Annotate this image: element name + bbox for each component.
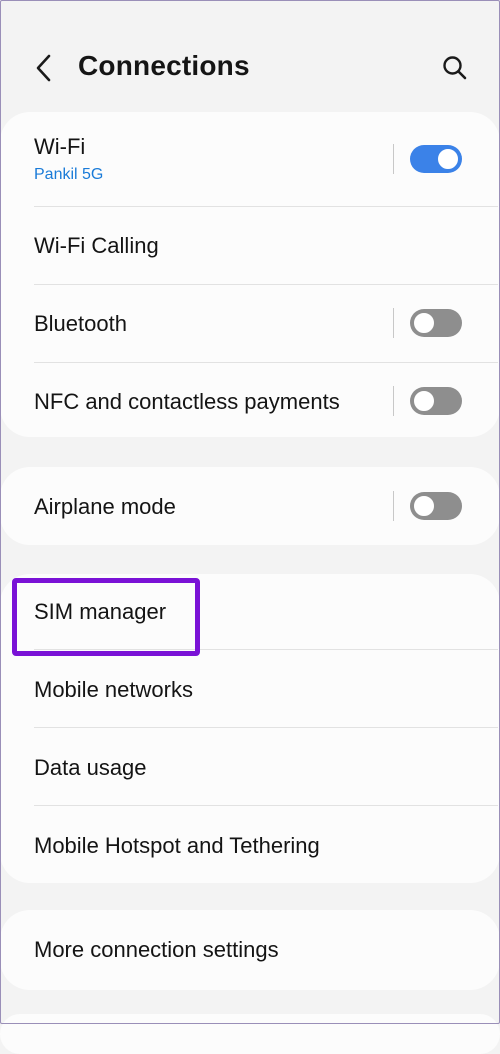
toggle-knob xyxy=(411,493,437,519)
airplane-mode-row[interactable]: Airplane mode xyxy=(0,467,500,545)
wifi-row[interactable]: Wi-Fi Pankil 5G xyxy=(0,112,500,206)
mobile-networks-label: Mobile networks xyxy=(34,677,193,702)
mobile-networks-row[interactable]: Mobile networks xyxy=(0,650,500,727)
wifi-network-name: Pankil 5G xyxy=(34,166,104,183)
sim-manager-label: SIM manager xyxy=(34,599,167,624)
data-usage-row[interactable]: Data usage xyxy=(0,728,500,805)
data-usage-label: Data usage xyxy=(34,755,147,780)
nfc-separator xyxy=(393,386,394,416)
nfc-row[interactable]: NFC and contactless payments xyxy=(0,363,500,437)
app-header: Connections xyxy=(0,0,500,112)
airplane-mode-toggle[interactable] xyxy=(410,492,462,520)
nfc-toggle[interactable] xyxy=(410,387,462,415)
hotspot-row[interactable]: Mobile Hotspot and Tethering xyxy=(0,806,500,883)
more-settings-card: More connection settings xyxy=(0,910,500,990)
airplane-mode-label: Airplane mode xyxy=(34,494,176,519)
page-title: Connections xyxy=(78,50,250,81)
toggle-knob xyxy=(411,310,437,336)
toggle-knob xyxy=(435,146,461,172)
bluetooth-label: Bluetooth xyxy=(34,311,127,336)
bluetooth-row[interactable]: Bluetooth xyxy=(0,285,500,362)
back-button[interactable] xyxy=(28,50,60,86)
toggle-knob xyxy=(411,388,437,414)
airplane-separator xyxy=(393,491,394,521)
more-connection-settings-row[interactable]: More connection settings xyxy=(0,910,500,990)
wifi-calling-row[interactable]: Wi-Fi Calling xyxy=(0,207,500,284)
sim-manager-row[interactable]: SIM manager xyxy=(0,574,500,649)
next-card-partial xyxy=(0,1014,500,1054)
bluetooth-separator xyxy=(393,308,394,338)
wifi-toggle[interactable] xyxy=(410,145,462,173)
wifi-calling-label: Wi-Fi Calling xyxy=(34,233,159,258)
bluetooth-toggle[interactable] xyxy=(410,309,462,337)
wifi-separator xyxy=(393,144,394,174)
wifi-label: Wi-Fi xyxy=(34,134,86,159)
search-button[interactable] xyxy=(436,50,474,86)
chevron-left-icon xyxy=(36,54,51,82)
airplane-card: Airplane mode xyxy=(0,467,500,545)
search-icon xyxy=(443,56,467,80)
mobile-settings-card: SIM manager Mobile networks Data usage M… xyxy=(0,574,500,883)
nfc-label: NFC and contactless payments xyxy=(34,389,340,414)
wireless-settings-card: Wi-Fi Pankil 5G Wi-Fi Calling Bluetooth … xyxy=(0,112,500,437)
hotspot-label: Mobile Hotspot and Tethering xyxy=(34,833,320,858)
more-connection-settings-label: More connection settings xyxy=(34,937,279,962)
